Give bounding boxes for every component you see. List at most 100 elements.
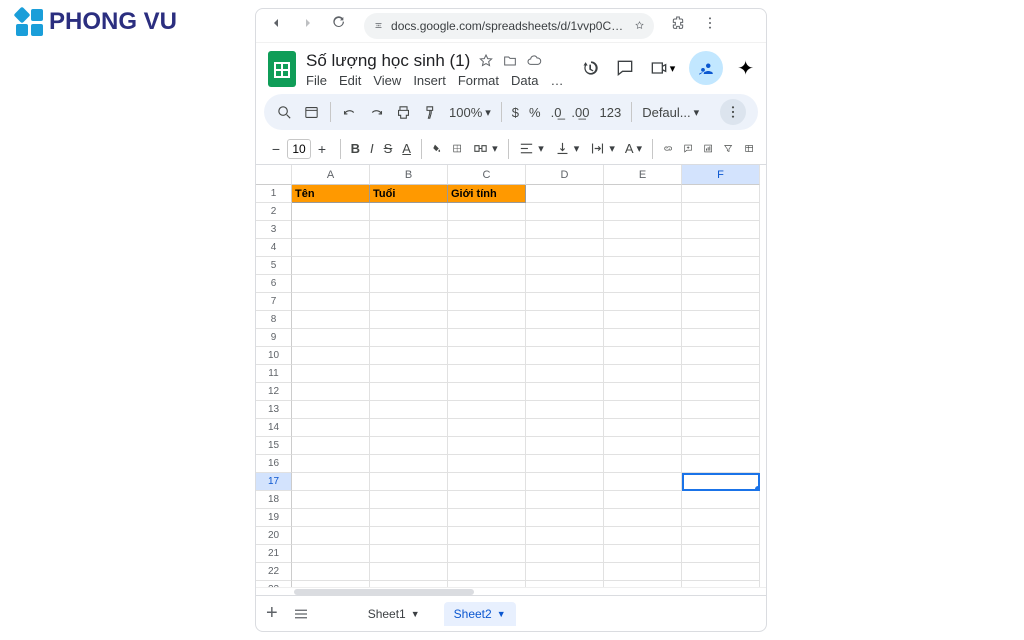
valign-icon[interactable]: ▾ bbox=[554, 140, 580, 157]
cell[interactable] bbox=[604, 329, 682, 347]
cell[interactable] bbox=[604, 563, 682, 581]
link-icon[interactable] bbox=[663, 140, 673, 157]
cell[interactable] bbox=[448, 455, 526, 473]
row-header[interactable]: 7 bbox=[256, 293, 292, 311]
cell[interactable] bbox=[370, 383, 448, 401]
cell[interactable] bbox=[604, 491, 682, 509]
col-header-A[interactable]: A bbox=[292, 165, 370, 185]
row-header[interactable]: 19 bbox=[256, 509, 292, 527]
cell[interactable] bbox=[448, 311, 526, 329]
cell[interactable] bbox=[448, 473, 526, 491]
cell[interactable] bbox=[526, 203, 604, 221]
col-header-F[interactable]: F bbox=[682, 165, 760, 185]
cell[interactable] bbox=[370, 365, 448, 383]
star-icon[interactable] bbox=[635, 19, 644, 32]
font-size-input[interactable] bbox=[287, 139, 311, 159]
cell[interactable] bbox=[526, 491, 604, 509]
cell[interactable] bbox=[604, 365, 682, 383]
cell[interactable] bbox=[526, 437, 604, 455]
menu-more[interactable]: … bbox=[550, 73, 563, 88]
fill-color-icon[interactable] bbox=[432, 140, 442, 157]
cell[interactable] bbox=[448, 275, 526, 293]
menu-data[interactable]: Data bbox=[511, 73, 538, 88]
currency-icon[interactable]: $ bbox=[512, 105, 519, 120]
cell[interactable] bbox=[526, 545, 604, 563]
cell-menu-icon[interactable] bbox=[303, 104, 320, 121]
cell[interactable] bbox=[526, 365, 604, 383]
row-header[interactable]: 15 bbox=[256, 437, 292, 455]
cell[interactable] bbox=[448, 329, 526, 347]
search-icon[interactable] bbox=[276, 104, 293, 121]
cell[interactable] bbox=[292, 329, 370, 347]
cell[interactable] bbox=[292, 239, 370, 257]
halign-icon[interactable]: ▾ bbox=[518, 140, 544, 157]
cell[interactable] bbox=[682, 509, 760, 527]
filter-icon[interactable] bbox=[723, 140, 733, 157]
cell[interactable] bbox=[526, 275, 604, 293]
dec-decrease-icon[interactable]: .0̲ bbox=[551, 105, 562, 120]
cell[interactable] bbox=[292, 509, 370, 527]
cell[interactable] bbox=[682, 383, 760, 401]
chrome-more-icon[interactable] bbox=[702, 15, 718, 36]
cell[interactable] bbox=[604, 221, 682, 239]
meet-icon[interactable]: ▾ bbox=[649, 58, 676, 78]
cell[interactable] bbox=[448, 491, 526, 509]
cell[interactable] bbox=[292, 527, 370, 545]
col-header-B[interactable]: B bbox=[370, 165, 448, 185]
cell[interactable] bbox=[526, 257, 604, 275]
cell[interactable] bbox=[604, 293, 682, 311]
tab-sheet1[interactable]: Sheet1▼ bbox=[358, 602, 430, 626]
cell[interactable] bbox=[370, 311, 448, 329]
rotate-icon[interactable]: A▾ bbox=[625, 141, 642, 156]
cell[interactable] bbox=[682, 473, 760, 491]
cell[interactable] bbox=[292, 545, 370, 563]
menu-format[interactable]: Format bbox=[458, 73, 499, 88]
cell[interactable] bbox=[292, 455, 370, 473]
cell[interactable] bbox=[448, 221, 526, 239]
row-header[interactable]: 11 bbox=[256, 365, 292, 383]
cell[interactable] bbox=[292, 383, 370, 401]
cell[interactable] bbox=[448, 401, 526, 419]
cell[interactable] bbox=[370, 473, 448, 491]
cell[interactable] bbox=[370, 275, 448, 293]
paint-format-icon[interactable] bbox=[422, 104, 439, 121]
cell[interactable] bbox=[682, 257, 760, 275]
col-header-C[interactable]: C bbox=[448, 165, 526, 185]
cell[interactable] bbox=[526, 239, 604, 257]
cell[interactable] bbox=[292, 275, 370, 293]
cell[interactable] bbox=[448, 437, 526, 455]
cell[interactable] bbox=[682, 185, 760, 203]
cell[interactable] bbox=[526, 419, 604, 437]
forward-icon[interactable] bbox=[300, 15, 316, 36]
cell[interactable] bbox=[526, 293, 604, 311]
cell[interactable] bbox=[604, 437, 682, 455]
cell[interactable] bbox=[526, 527, 604, 545]
cell[interactable] bbox=[370, 545, 448, 563]
row-header[interactable]: 8 bbox=[256, 311, 292, 329]
cell[interactable] bbox=[526, 347, 604, 365]
row-header[interactable]: 16 bbox=[256, 455, 292, 473]
text-color-icon[interactable]: A bbox=[402, 141, 411, 156]
cell[interactable] bbox=[448, 527, 526, 545]
insert-chart-icon[interactable] bbox=[703, 140, 713, 157]
cell[interactable] bbox=[604, 185, 682, 203]
cell[interactable] bbox=[682, 419, 760, 437]
row-header[interactable]: 22 bbox=[256, 563, 292, 581]
spreadsheet-grid[interactable]: ABCDEF 1TênTuổiGiới tính2345678910111213… bbox=[256, 165, 766, 595]
cell[interactable] bbox=[682, 455, 760, 473]
cell[interactable] bbox=[682, 347, 760, 365]
cell[interactable] bbox=[526, 455, 604, 473]
add-sheet-button[interactable]: + bbox=[266, 602, 278, 625]
row-header[interactable]: 21 bbox=[256, 545, 292, 563]
row-header[interactable]: 18 bbox=[256, 491, 292, 509]
cell[interactable] bbox=[526, 329, 604, 347]
cell[interactable] bbox=[682, 203, 760, 221]
row-header[interactable]: 4 bbox=[256, 239, 292, 257]
row-header[interactable]: 13 bbox=[256, 401, 292, 419]
cell[interactable] bbox=[448, 419, 526, 437]
cell[interactable] bbox=[682, 545, 760, 563]
cell[interactable] bbox=[292, 437, 370, 455]
dec-increase-icon[interactable]: .0̲0 bbox=[571, 105, 589, 120]
format-123-icon[interactable]: 123 bbox=[600, 105, 622, 120]
merge-icon[interactable]: ▾ bbox=[472, 140, 498, 157]
